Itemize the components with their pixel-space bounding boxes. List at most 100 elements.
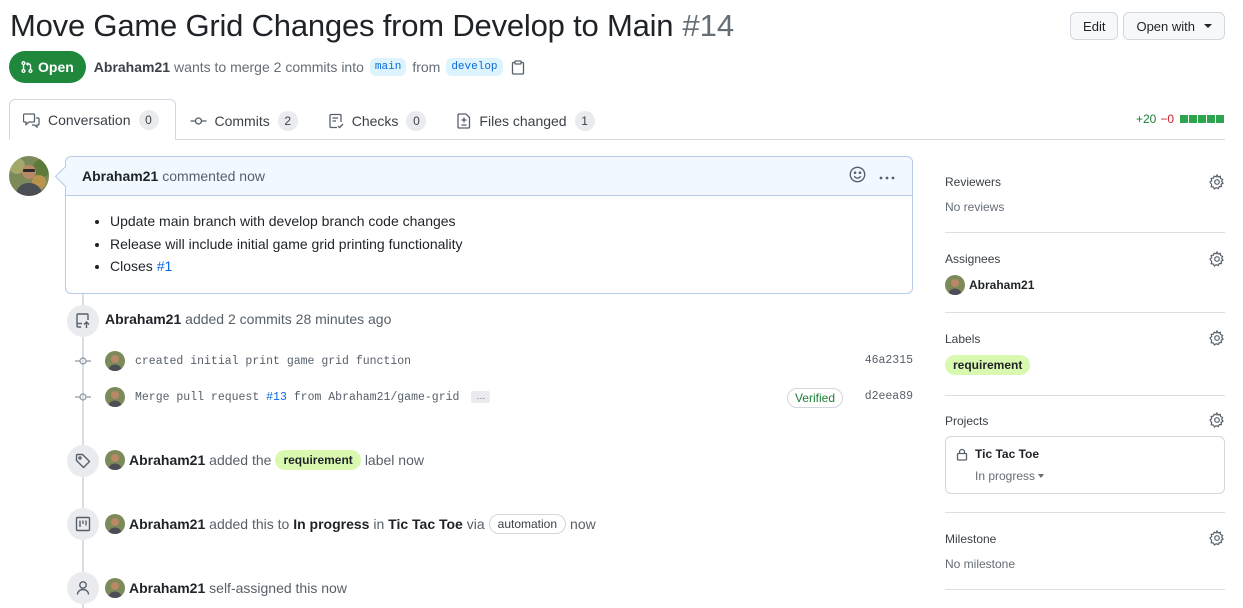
- pr-description-comment: Abraham21 commented now Update main bran…: [65, 156, 913, 294]
- gear-icon[interactable]: [1209, 411, 1225, 431]
- section-title: Assignees: [945, 252, 1001, 266]
- tab-counter: 0: [406, 110, 427, 131]
- tab-counter: 0: [138, 109, 159, 130]
- pr-meta: Open Abraham21 wants to merge 2 commits …: [9, 51, 525, 83]
- tab-commits[interactable]: Commits 2: [176, 100, 315, 140]
- header-actions: Edit Open with: [1070, 12, 1225, 40]
- open-with-label: Open with: [1136, 18, 1195, 34]
- commits-added-event: Abraham21 added 2 commits 28 minutes ago: [105, 311, 391, 327]
- diffstat-block-added: [1189, 115, 1197, 123]
- event-author[interactable]: Abraham21: [105, 311, 181, 327]
- commit-message-pre[interactable]: Merge pull request: [135, 391, 259, 404]
- sidebar-labels: Labels requirement: [945, 313, 1225, 396]
- comment-list-item: Release will include initial game grid p…: [110, 233, 896, 256]
- label-requirement[interactable]: requirement: [275, 450, 361, 470]
- expand-commit-message-button[interactable]: …: [471, 391, 491, 403]
- diffstat-block-added: [1180, 115, 1188, 123]
- open-with-button[interactable]: Open with: [1123, 12, 1225, 40]
- event-author[interactable]: Abraham21: [129, 580, 205, 596]
- commit-row: created initial print game grid function: [73, 350, 913, 372]
- tab-label: Commits: [214, 112, 270, 129]
- project-name[interactable]: Tic Tac Toe: [975, 447, 1039, 461]
- commit-message-post[interactable]: from Abraham21/game-grid: [294, 391, 460, 404]
- assignee-avatar: [945, 275, 965, 295]
- gear-icon[interactable]: [1209, 329, 1225, 349]
- status-label: Open: [38, 59, 74, 75]
- copy-icon[interactable]: [511, 59, 525, 75]
- comment-action: commented now: [162, 168, 265, 184]
- label-added-event: Abraham21 added the requirement label no…: [105, 450, 424, 470]
- edit-button[interactable]: Edit: [1070, 12, 1119, 40]
- assignee[interactable]: Abraham21: [945, 275, 1225, 295]
- git-commit-icon: [73, 356, 93, 366]
- event-author-avatar[interactable]: [105, 578, 125, 598]
- project-link[interactable]: Tic Tac Toe: [388, 516, 463, 532]
- diffstat-block-added: [1198, 115, 1206, 123]
- repo-push-icon: [76, 313, 90, 328]
- tab-files-changed[interactable]: Files changed 1: [443, 100, 611, 140]
- comment-discussion-icon: [23, 112, 40, 128]
- tab-conversation[interactable]: Conversation 0: [9, 99, 176, 140]
- comment-body: Update main branch with develop branch c…: [66, 196, 912, 278]
- gear-icon[interactable]: [1209, 529, 1225, 549]
- commit-author-avatar[interactable]: [105, 387, 125, 407]
- comment-actions: [849, 166, 896, 186]
- closes-text: Closes: [110, 258, 153, 274]
- project-card: Tic Tac Toe In progress: [945, 436, 1225, 494]
- merge-text: wants to merge 2 commits into: [174, 59, 364, 75]
- author-avatar[interactable]: [9, 156, 49, 196]
- sidebar-projects: Projects Tic Tac Toe In progress: [945, 396, 1225, 513]
- gear-icon[interactable]: [1209, 250, 1225, 270]
- edit-button-label: Edit: [1083, 18, 1106, 34]
- chevron-down-icon: [1038, 474, 1045, 478]
- pr-ref-link[interactable]: #13: [266, 391, 287, 404]
- event-text: label now: [364, 452, 424, 468]
- commit-sha[interactable]: 46a2315: [865, 354, 913, 367]
- pr-title: Move Game Grid Changes from Develop to M…: [10, 8, 674, 43]
- section-title: Reviewers: [945, 175, 1002, 189]
- reviewers-value: No reviews: [945, 200, 1005, 214]
- project-column-value: In progress: [975, 469, 1036, 483]
- person-badge: [67, 572, 99, 604]
- commit-sha[interactable]: d2eea89: [865, 390, 913, 403]
- sidebar-milestone: Milestone No milestone: [945, 513, 1225, 590]
- pr-tabs: Conversation 0 Commits 2 Checks 0 Files cha…: [9, 99, 1225, 140]
- comment-author[interactable]: Abraham21: [82, 168, 158, 184]
- lock-icon: [956, 448, 968, 461]
- milestone-value: No milestone: [945, 557, 1016, 571]
- assignee-name: Abraham21: [969, 278, 1035, 292]
- project-column-select[interactable]: In progress: [975, 469, 1214, 483]
- commit-message: Merge pull request #13 from Abraham21/ga…: [135, 391, 459, 404]
- from-text: from: [412, 59, 441, 75]
- event-text: added the: [209, 452, 272, 468]
- event-author[interactable]: Abraham21: [129, 516, 205, 532]
- self-assigned-event: Abraham21 self-assigned this now: [105, 578, 347, 598]
- repo-push-badge: [67, 305, 99, 337]
- base-branch[interactable]: main: [369, 58, 407, 76]
- tab-checks[interactable]: Checks 0: [315, 100, 444, 140]
- commit-message[interactable]: created initial print game grid function: [135, 355, 411, 368]
- diffstat-block-added: [1207, 115, 1215, 123]
- section-title: Projects: [945, 414, 989, 428]
- tab-label: Conversation: [48, 111, 131, 128]
- tab-counter: 1: [574, 110, 595, 131]
- event-text: in: [373, 516, 385, 532]
- gear-icon[interactable]: [1209, 173, 1225, 193]
- tag-icon: [75, 453, 91, 469]
- closes-issue-link[interactable]: #1: [157, 258, 173, 274]
- automation-badge: automation: [488, 514, 567, 534]
- commit-author-avatar[interactable]: [105, 351, 125, 371]
- event-author-avatar[interactable]: [105, 514, 125, 534]
- event-author-avatar[interactable]: [105, 450, 125, 470]
- tag-badge: [67, 445, 99, 477]
- event-author[interactable]: Abraham21: [129, 452, 205, 468]
- smiley-icon[interactable]: [849, 166, 866, 186]
- event-text: added this to: [209, 516, 290, 532]
- kebab-horizontal-icon[interactable]: [878, 168, 896, 184]
- head-branch[interactable]: develop: [446, 58, 503, 76]
- verified-badge[interactable]: Verified: [786, 388, 843, 408]
- author-link[interactable]: Abraham21: [94, 59, 170, 75]
- label-requirement[interactable]: requirement: [945, 355, 1031, 375]
- section-title: Milestone: [945, 532, 997, 546]
- event-text: self-assigned this now: [209, 580, 347, 596]
